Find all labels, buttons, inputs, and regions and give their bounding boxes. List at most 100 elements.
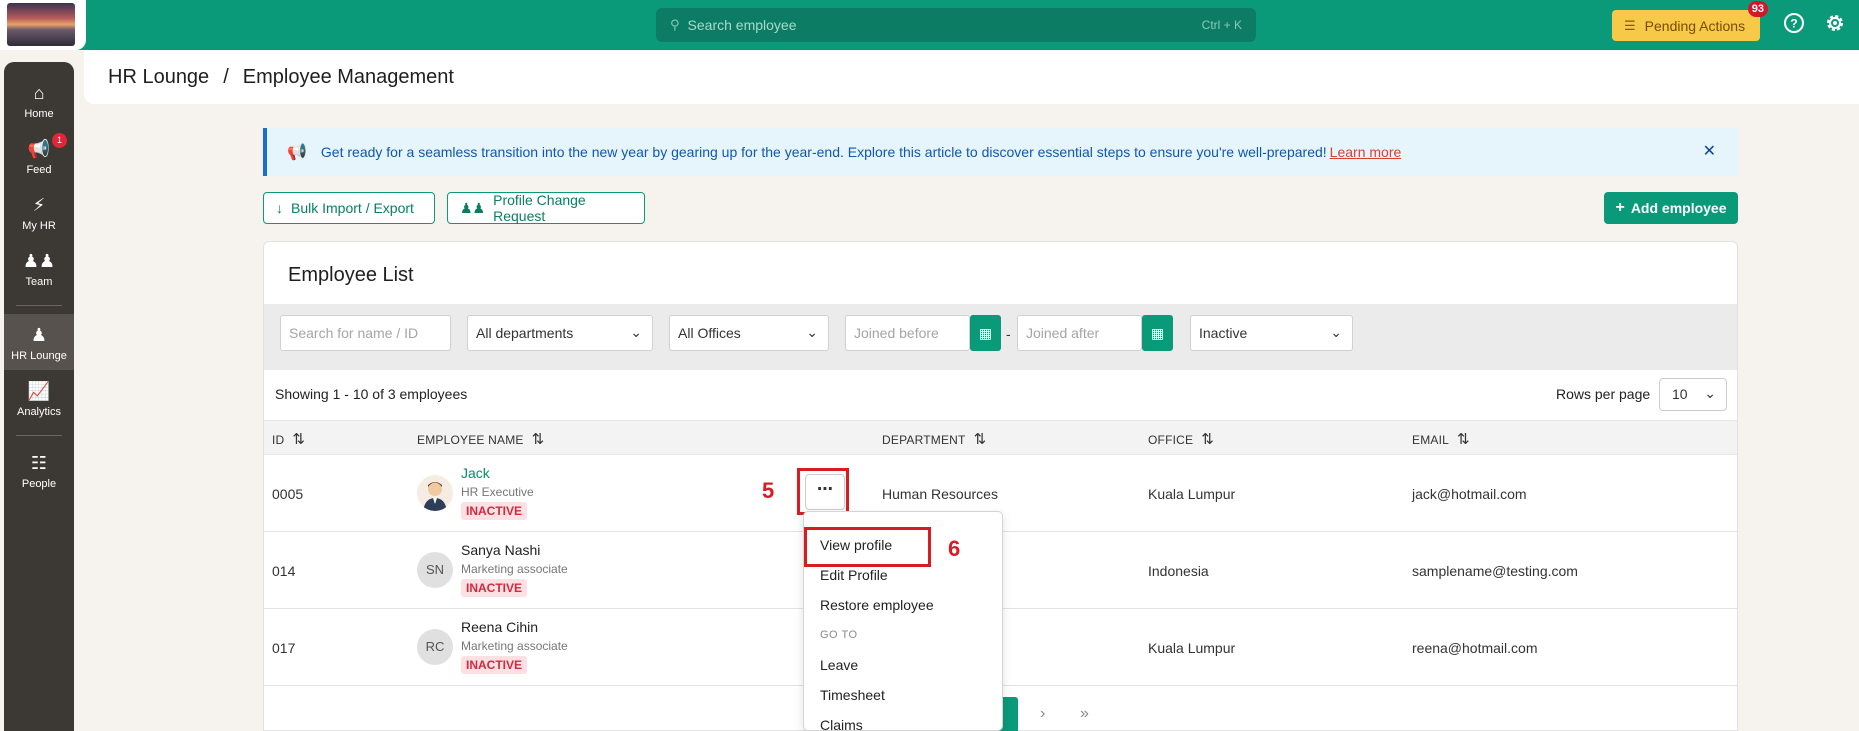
sidebar-divider — [16, 435, 62, 436]
column-header-id[interactable]: ID ⇅ — [272, 430, 305, 448]
calendar-icon[interactable]: ▦ — [970, 315, 1001, 351]
bolt-icon: ⚡ — [32, 195, 46, 215]
joined-after-input[interactable]: Joined after — [1017, 315, 1142, 351]
sidebar-item-people[interactable]: ☷ People — [4, 452, 74, 492]
breadcrumb-separator: / — [223, 66, 229, 88]
help-icon[interactable]: ? — [1782, 12, 1806, 36]
menu-item-leave[interactable]: Leave — [820, 657, 858, 673]
step-6-label: 6 — [948, 536, 961, 561]
employee-email: jack@hotmail.com — [1412, 486, 1527, 502]
chart-icon: 📈 — [27, 381, 51, 401]
breadcrumb-root[interactable]: HR Lounge — [108, 66, 209, 89]
logo-image — [7, 3, 75, 46]
sort-icon: ⇅ — [973, 431, 987, 448]
org-chart-icon: ☷ — [30, 453, 48, 473]
chevron-down-icon: ⌄ — [1704, 385, 1716, 401]
sidebar: ⌂ Home 📢 Feed 1 ⚡ My HR ♟♟ Team ♟ HR Lou… — [4, 62, 74, 731]
employee-list-title: Employee List — [288, 264, 414, 286]
employee-name-link[interactable]: Reena Cihin — [461, 619, 538, 635]
team-icon: ♟♟ — [22, 251, 56, 271]
menu-item-edit-profile[interactable]: Edit Profile — [820, 567, 888, 583]
status-value: Inactive — [1199, 325, 1248, 341]
user-gear-icon: ♟ — [30, 325, 48, 345]
employee-office: Kuala Lumpur — [1148, 486, 1236, 502]
announcement-banner: 📢 Get ready for a seamless transition in… — [263, 128, 1738, 176]
page-title: Employee Management — [242, 66, 454, 88]
pending-actions-button[interactable]: ☰ Pending Actions 93 — [1612, 1, 1768, 41]
bulk-import-export-label: Bulk Import / Export — [291, 200, 414, 216]
department-select[interactable]: All departments ⌄ — [467, 315, 653, 351]
chevron-down-icon: ⌄ — [630, 324, 642, 340]
employee-role: Marketing associate — [461, 562, 568, 576]
column-header-name[interactable]: EMPLOYEE NAME ⇅ — [417, 430, 544, 448]
chevron-down-icon: ⌄ — [1330, 324, 1342, 340]
employee-email: samplename@testing.com — [1412, 563, 1578, 579]
step-5-label: 5 — [762, 478, 775, 503]
sidebar-item-analytics[interactable]: 📈 Analytics — [4, 380, 74, 420]
sidebar-item-feed[interactable]: 📢 Feed 1 — [4, 133, 74, 178]
bulk-import-export-button[interactable]: ↓ Bulk Import / Export — [263, 192, 435, 224]
sidebar-item-my-hr[interactable]: ⚡ My HR — [4, 194, 74, 234]
sidebar-item-label: Analytics — [16, 406, 62, 418]
rows-per-page-label: Rows per page — [1556, 386, 1651, 402]
employee-department: Human Resources — [882, 486, 998, 502]
employee-role: Marketing associate — [461, 639, 568, 653]
pending-count-badge: 93 — [1747, 1, 1768, 17]
checklist-icon: ☰ — [1624, 17, 1636, 33]
home-icon: ⌂ — [33, 83, 45, 103]
employee-id: 014 — [272, 563, 296, 579]
employee-email: reena@hotmail.com — [1412, 640, 1538, 656]
arrow-down-icon: ↓ — [276, 200, 283, 216]
column-header-email[interactable]: EMAIL ⇅ — [1412, 430, 1470, 448]
status-select[interactable]: Inactive ⌄ — [1190, 315, 1353, 351]
employee-name-link[interactable]: Jack — [461, 465, 490, 481]
sort-icon: ⇅ — [1201, 431, 1214, 448]
sidebar-item-label: People — [21, 478, 57, 490]
profile-change-request-label: Profile Change Request — [493, 192, 586, 224]
status-badge: INACTIVE — [461, 579, 528, 597]
gear-icon[interactable] — [1823, 12, 1847, 36]
top-bar: ⚲ Search employee Ctrl + K ☰ Pending Act… — [0, 0, 1859, 50]
last-page-icon[interactable]: » — [1080, 705, 1089, 723]
department-value: All departments — [476, 325, 574, 341]
joined-before-input[interactable]: Joined before — [845, 315, 970, 351]
sidebar-item-hr-lounge[interactable]: ♟ HR Lounge — [4, 314, 74, 370]
calendar-icon[interactable]: ▦ — [1142, 315, 1173, 351]
search-icon: ⚲ — [670, 17, 680, 32]
sidebar-item-label: Team — [25, 276, 53, 288]
column-header-office[interactable]: OFFICE ⇅ — [1148, 430, 1214, 448]
menu-item-claims[interactable]: Claims — [820, 717, 863, 731]
name-id-search-input[interactable]: Search for name / ID — [280, 315, 451, 351]
sort-icon: ⇅ — [292, 431, 306, 448]
menu-item-timesheet[interactable]: Timesheet — [820, 687, 885, 703]
add-employee-label: Add employee — [1630, 200, 1727, 216]
filter-bar: Search for name / ID All departments ⌄ A… — [264, 304, 1737, 370]
employee-role: HR Executive — [461, 485, 534, 499]
menu-item-restore-employee[interactable]: Restore employee — [820, 597, 934, 613]
search-placeholder: Search employee — [687, 17, 797, 33]
column-header-department[interactable]: DEPARTMENT ⇅ — [882, 430, 986, 448]
company-logo[interactable] — [0, 0, 86, 50]
sidebar-item-label: HR Lounge — [11, 350, 67, 362]
svg-text:?: ? — [1790, 17, 1797, 31]
employee-office: Indonesia — [1148, 563, 1209, 579]
employee-name-link[interactable]: Sanya Nashi — [461, 542, 540, 558]
next-page-icon[interactable]: › — [1040, 705, 1045, 723]
sidebar-item-home[interactable]: ⌂ Home — [4, 82, 74, 122]
office-select[interactable]: All Offices ⌄ — [669, 315, 829, 351]
office-value: All Offices — [678, 325, 741, 341]
avatar — [417, 475, 453, 511]
learn-more-link[interactable]: Learn more — [1330, 144, 1402, 160]
add-employee-button[interactable]: + Add employee — [1604, 192, 1738, 224]
rows-per-page-select[interactable]: 10 ⌄ — [1659, 378, 1727, 411]
profile-change-request-button[interactable]: ♟♟ Profile Change Request — [447, 192, 645, 224]
close-icon[interactable]: ✕ — [1703, 141, 1716, 161]
breadcrumb: HR Lounge / Employee Management — [108, 66, 454, 89]
chevron-down-icon: ⌄ — [806, 324, 818, 340]
banner-text: Get ready for a seamless transition into… — [320, 144, 1327, 160]
sidebar-item-team[interactable]: ♟♟ Team — [4, 250, 74, 290]
date-range-separator: - — [1006, 326, 1011, 342]
global-search[interactable]: ⚲ Search employee Ctrl + K — [656, 8, 1256, 42]
highlight-box-step-6 — [804, 527, 931, 567]
highlight-box-step-5 — [797, 468, 849, 515]
